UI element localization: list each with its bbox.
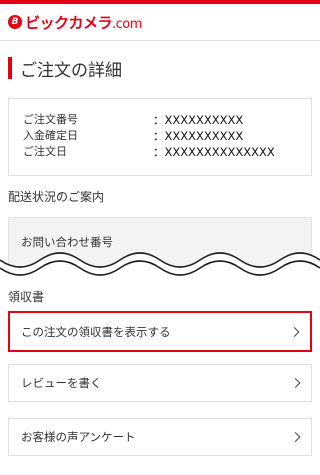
chevron-right-icon	[289, 326, 300, 337]
order-date-row: ご注文日 ：XXXXXXXXXXXXXX	[23, 144, 311, 160]
order-number-value: ：XXXXXXXXXX	[153, 113, 244, 127]
site-header: B ビックカメラ.com	[0, 4, 320, 40]
write-review-link[interactable]: レビューを書く	[8, 364, 312, 402]
show-receipt-label: この注文の領収書を表示する	[21, 324, 171, 339]
customer-survey-label: お客様の声アンケート	[21, 430, 136, 444]
receipt-section-label: 領収書	[8, 290, 45, 304]
shipping-section-label: 配送状況のご案内	[8, 190, 105, 204]
order-number-label: ご注文番号	[23, 113, 78, 126]
order-date-label: ご注文日	[23, 145, 67, 158]
payment-date-row: 入金確定日 ：XXXXXXXXXX	[23, 128, 311, 144]
title-accent-bar	[8, 57, 12, 79]
page-title: ご注文の詳細	[8, 56, 122, 81]
logo-domain: .com	[112, 16, 142, 32]
order-number-row: ご注文番号 ：XXXXXXXXXX	[23, 112, 311, 128]
logo-name: ビックカメラ	[25, 13, 113, 32]
payment-date-label: 入金確定日	[23, 129, 78, 142]
header-divider	[0, 40, 320, 41]
cut-wave-divider	[0, 252, 320, 284]
write-review-label: レビューを書く	[21, 376, 102, 390]
page-title-text: ご注文の詳細	[20, 60, 122, 81]
order-info-box: ご注文番号 ：XXXXXXXXXX 入金確定日 ：XXXXXXXXXX ご注文日…	[8, 98, 312, 176]
customer-survey-link[interactable]: お客様の声アンケート	[8, 418, 312, 456]
logo-icon[interactable]: B	[8, 15, 22, 29]
show-receipt-link[interactable]: この注文の領収書を表示する	[8, 311, 312, 352]
order-date-value: ：XXXXXXXXXXXXXX	[153, 145, 275, 159]
chevron-right-icon	[290, 378, 301, 388]
site-logo[interactable]: ビックカメラ.com	[25, 12, 142, 33]
chevron-right-icon	[290, 432, 301, 442]
payment-date-value: ：XXXXXXXXXX	[153, 129, 244, 143]
